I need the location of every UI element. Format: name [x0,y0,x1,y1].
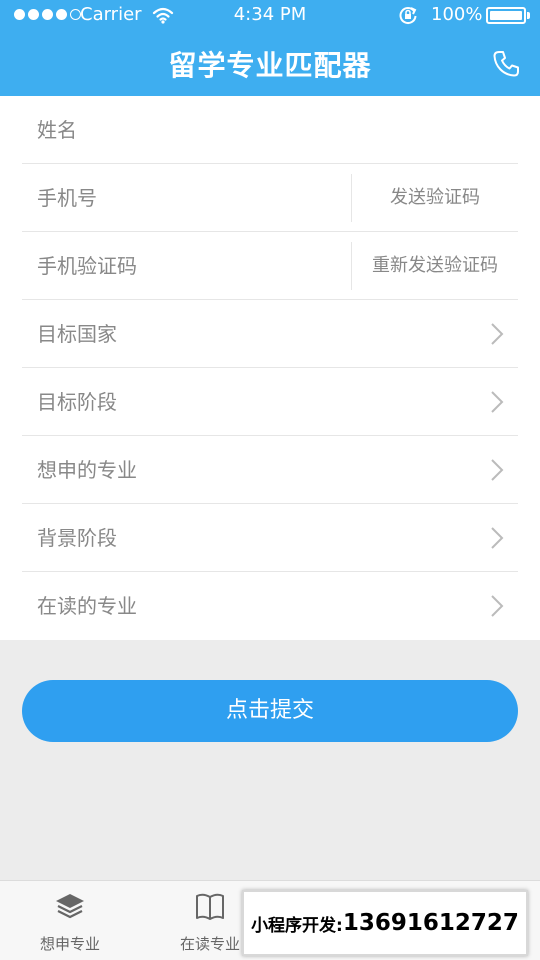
phone-icon [493,51,519,77]
status-bar: Carrier 4:34 PM 100% [0,0,540,30]
tab-desired-major-label: 想申专业 [39,935,100,953]
chevron-right-icon [491,459,504,481]
page-title: 留学专业匹配器 [168,49,372,82]
battery-percent: 100% [431,4,483,25]
background-stage-row[interactable]: 背景阶段 [22,504,518,572]
name-label: 姓名 [37,118,77,142]
send-code-button[interactable]: 发送验证码 [352,164,518,232]
developer-contact-label: 小程序开发: [251,915,343,936]
target-country-label: 目标国家 [37,322,117,346]
book-icon [196,893,224,920]
desired-major-row[interactable]: 想申的专业 [22,436,518,504]
battery-nub [527,12,530,19]
developer-contact-number: 13691612727 [342,910,519,936]
chevron-right-icon [491,527,504,549]
submit-button[interactable]: 点击提交 [22,680,518,742]
phone-field[interactable]: 手机号 发送验证码 [22,164,518,232]
desired-major-label: 想申的专业 [37,458,137,482]
current-major-row[interactable]: 在读的专业 [22,572,518,640]
resend-code-button[interactable]: 重新发送验证码 [352,232,518,300]
target-stage-label: 目标阶段 [37,390,117,414]
app-header: Carrier 4:34 PM 100% 留学专业匹配器 [0,0,540,96]
phone-label: 手机号 [37,186,97,210]
name-field[interactable]: 姓名 [22,96,518,164]
verification-code-label: 手机验证码 [37,254,137,278]
current-major-label: 在读的专业 [37,594,137,618]
rotation-lock-icon [398,5,418,30]
layers-icon [56,894,84,919]
match-form: 姓名 手机号 发送验证码 手机验证码 重新发送验证码 目标国家 目标阶段 想申的… [0,96,540,640]
developer-contact-banner: 小程序开发: 13691612727 [242,890,528,956]
tab-desired-major[interactable]: 想申专业 [20,881,120,960]
battery-icon [486,7,526,24]
chevron-right-icon [491,595,504,617]
target-country-row[interactable]: 目标国家 [22,300,518,368]
background-stage-label: 背景阶段 [37,526,117,550]
phone-button[interactable] [490,48,522,80]
target-stage-row[interactable]: 目标阶段 [22,368,518,436]
chevron-right-icon [491,323,504,345]
verification-code-field[interactable]: 手机验证码 重新发送验证码 [22,232,518,300]
chevron-right-icon [491,391,504,413]
